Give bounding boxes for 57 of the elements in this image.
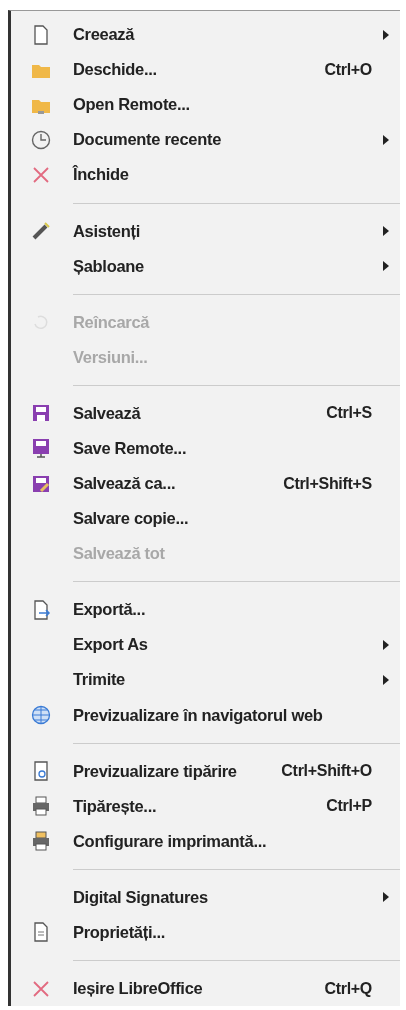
menu-item[interactable]: Open Remote... [11,87,400,123]
shortcut-text: Ctrl+O [324,60,372,79]
menu-item-label: Export As [72,635,149,655]
menu-item-label: Deschide... [72,60,158,80]
menu-item[interactable]: Export As [11,627,400,663]
menu-item-label: Creează [72,25,136,45]
menu-item-label: Trimite [72,670,126,690]
menu-item-label: Tipărește... [72,796,158,816]
menu-item-label: Asistenți [72,221,141,241]
menu-item[interactable]: Previzualizare în navigatorul web [11,697,400,733]
shortcut-text: Ctrl+Shift+S [283,474,372,493]
menu-item[interactable]: Deschide... Ctrl+O [11,52,400,88]
menu-item[interactable]: Configurare imprimantă... [11,823,400,859]
globe-icon [30,704,52,727]
wand-icon [30,220,52,242]
menu-item[interactable]: Documente recente [11,122,400,158]
menu-item[interactable]: Închide [11,157,400,193]
floppy-disk-icon [30,437,52,460]
menu-item[interactable]: Ieșire LibreOffice Ctrl+Q [11,970,400,1007]
menu-item[interactable]: Trimite [11,662,400,698]
menu-item[interactable]: Proprietăți... [11,914,400,951]
menu-item[interactable]: Șabloane [11,248,400,284]
menu-item-label: Șabloane [72,256,145,276]
menu-item[interactable]: Asistenți [11,213,400,249]
shortcut-text: Ctrl+Shift+O [281,762,372,781]
menu-item-label: Open Remote... [72,95,191,115]
menu-item[interactable]: Tipărește... Ctrl+P [11,788,400,824]
menu-item-label: Proprietăți... [72,923,167,942]
menu-item-label: Reîncarcă [72,312,151,332]
menu-item-label: Ieșire LibreOffice [72,979,204,998]
menu-item-label: Previzualizare tipărire [72,761,238,781]
clock-icon [30,128,52,151]
menu-item-label: Documente recente [72,130,223,150]
menu-item[interactable]: Digital Signatures [11,879,400,915]
menu-item-label: Salvează ca... [72,474,177,493]
menu-item[interactable]: Salvare copie... [11,501,400,537]
menu-item[interactable]: Save Remote... [11,430,400,466]
menu-item[interactable]: Salvează Ctrl+S [11,395,400,431]
menu-item-label: Save Remote... [72,438,188,458]
menu-item-label: Configurare imprimantă... [72,831,268,851]
menu-item-label: Salvează [72,403,142,423]
menu-item-label: Salvare copie... [72,509,190,529]
menu-item-label: Închide [71,165,130,185]
shortcut-text: Ctrl+P [326,797,372,816]
menu-item-label: Versiuni... [72,347,149,367]
menu-item[interactable]: Previzualizare tipărire Ctrl+Shift+O [11,753,400,789]
menu-item[interactable]: Salvează ca... Ctrl+Shift+S [11,465,400,502]
printer-icon [30,795,52,818]
menu-item[interactable]: Exportă... [11,592,400,628]
menu-item[interactable]: Creează [11,17,400,53]
menu-item-label: Exportă... [72,600,147,620]
printer-icon [30,830,52,853]
shortcut-text: Ctrl+S [326,404,372,423]
menu-item-label: Previzualizare în navigatorul web [72,705,324,725]
menu-item-label: Salvează tot [72,544,166,564]
shortcut-text: Ctrl+Q [324,979,372,998]
menu-item-label: Digital Signatures [72,887,209,907]
